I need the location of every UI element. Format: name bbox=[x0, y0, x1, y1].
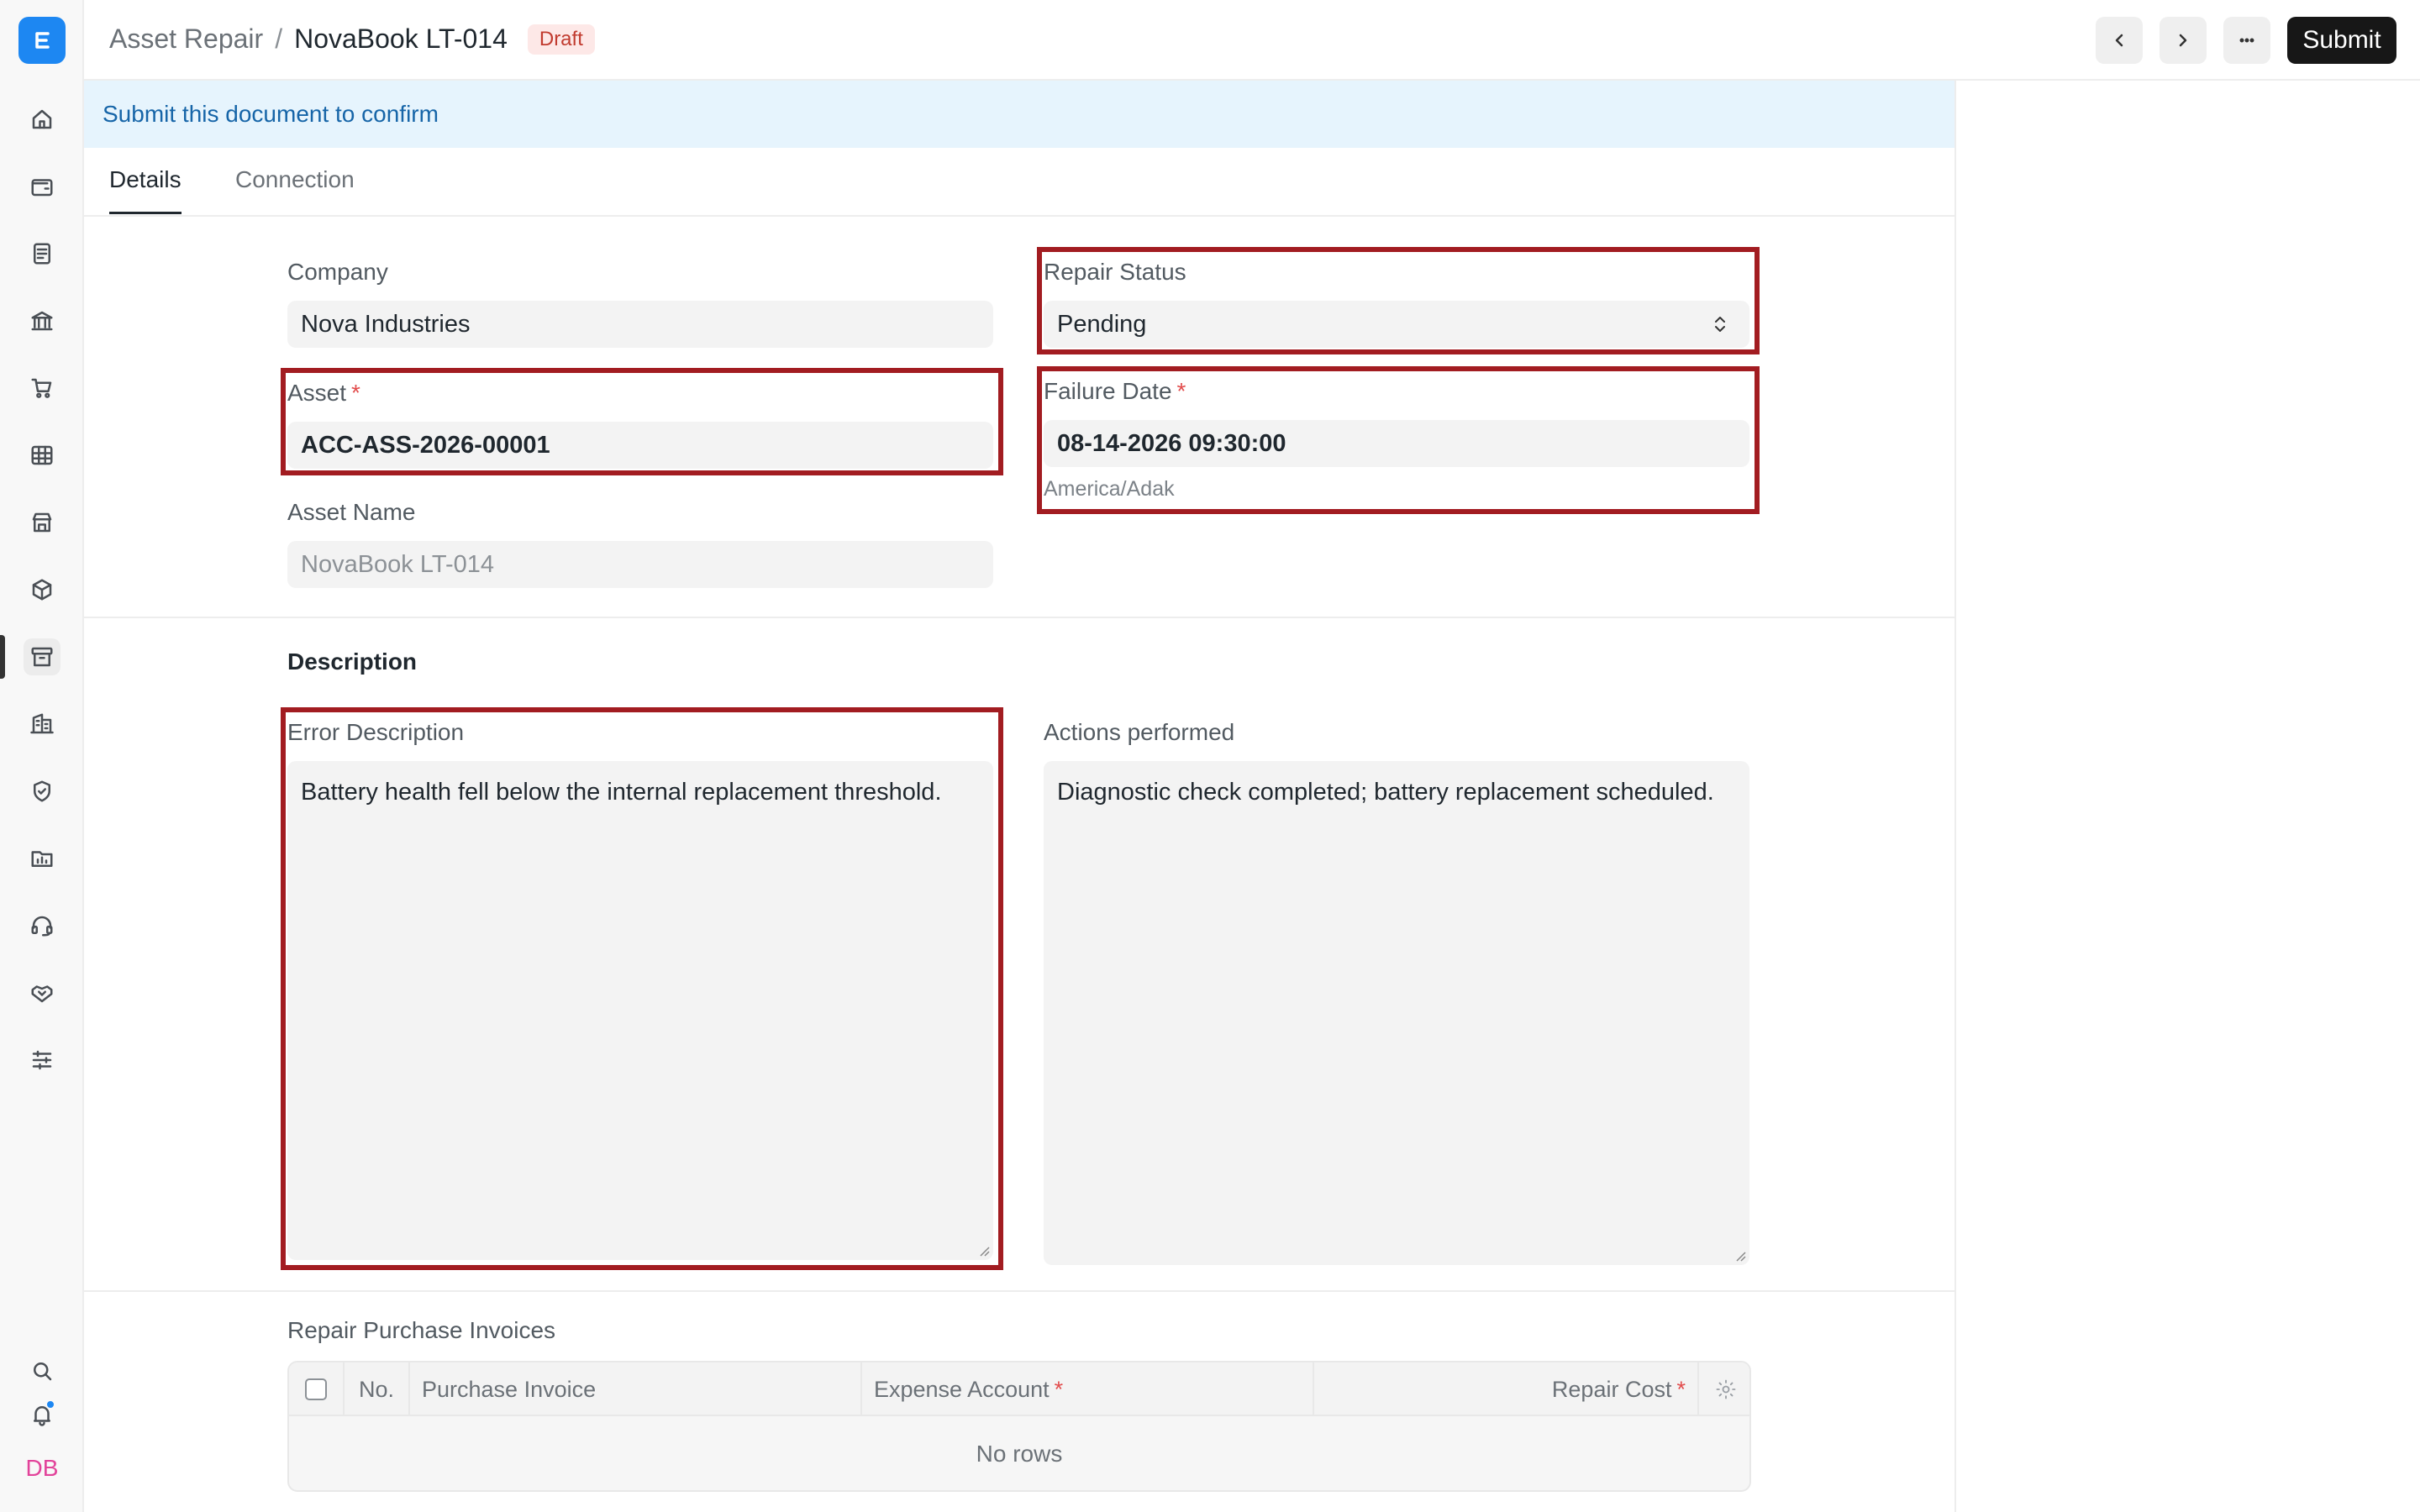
bank-icon bbox=[31, 311, 53, 331]
sidebar-item-buying[interactable] bbox=[24, 370, 60, 407]
document-icon bbox=[34, 243, 50, 265]
home-icon bbox=[32, 109, 52, 129]
archive-icon bbox=[31, 647, 53, 667]
next-document-button[interactable] bbox=[2160, 17, 2207, 64]
folder-chart-icon bbox=[31, 851, 53, 867]
building-icon bbox=[30, 713, 54, 734]
cart-icon bbox=[31, 378, 52, 398]
sidebar-item-support[interactable] bbox=[24, 907, 60, 944]
submit-alert: Submit this document to confirm bbox=[84, 81, 1954, 148]
status-badge: Draft bbox=[527, 24, 595, 55]
package-icon bbox=[32, 579, 52, 601]
tab-details[interactable]: Details bbox=[109, 166, 182, 214]
chevron-right-icon bbox=[2179, 34, 2187, 47]
avatar[interactable]: DB bbox=[20, 1452, 64, 1485]
section-divider bbox=[84, 617, 1954, 618]
expense-account-header-text: Expense Account bbox=[874, 1376, 1050, 1402]
sidebar-item-documents[interactable] bbox=[24, 235, 60, 272]
column-settings-button[interactable] bbox=[1699, 1362, 1749, 1416]
actions-performed-text: Diagnostic check completed; battery repl… bbox=[1057, 779, 1714, 806]
actions-performed-label: Actions performed bbox=[1044, 719, 1235, 745]
sidebar: DB bbox=[0, 0, 84, 1512]
shield-icon bbox=[34, 780, 50, 802]
submit-button[interactable]: Submit bbox=[2287, 17, 2396, 64]
breadcrumb: Asset Repair / NovaBook LT-014 Draft bbox=[109, 24, 595, 55]
asset-highlight bbox=[281, 368, 1003, 475]
column-purchase-invoice: Purchase Invoice bbox=[410, 1362, 862, 1416]
sidebar-item-selling[interactable] bbox=[24, 504, 60, 541]
repair-status-highlight bbox=[1037, 247, 1760, 354]
sidebar-item-accounting[interactable] bbox=[24, 168, 60, 205]
sidebar-item-stock[interactable] bbox=[24, 571, 60, 608]
sidebar-item-crm[interactable] bbox=[24, 974, 60, 1011]
expense-account-required-mark: * bbox=[1054, 1376, 1064, 1402]
sidebar-item-settings[interactable] bbox=[24, 1042, 60, 1079]
repair-cost-required-mark: * bbox=[1676, 1376, 1686, 1402]
form-main: Submit this document to confirm Details … bbox=[84, 81, 1956, 1512]
sidebar-item-banking[interactable] bbox=[24, 302, 60, 339]
repair-cost-header-text: Repair Cost bbox=[1551, 1376, 1672, 1402]
description-section-title: Description bbox=[287, 648, 418, 675]
actions-performed-textarea[interactable]: Diagnostic check completed; battery repl… bbox=[1044, 761, 1749, 1265]
breadcrumb-separator: / bbox=[275, 24, 283, 54]
resize-handle-icon[interactable] bbox=[1734, 1250, 1746, 1262]
empty-table-text: No rows bbox=[976, 1441, 1063, 1467]
company-label: Company bbox=[287, 259, 388, 285]
column-no: No. bbox=[345, 1362, 410, 1416]
app-logo[interactable] bbox=[18, 17, 66, 64]
page-header: Asset Repair / NovaBook LT-014 Draft Sub… bbox=[84, 0, 2420, 81]
sliders-icon bbox=[32, 1050, 52, 1070]
failure-date-highlight bbox=[1037, 366, 1760, 514]
purchase-invoices-table: No. Purchase Invoice Expense Account * Re… bbox=[287, 1361, 1751, 1492]
table-icon bbox=[31, 445, 53, 465]
sidebar-item-home[interactable] bbox=[24, 101, 60, 138]
more-horizontal-icon bbox=[2239, 38, 2254, 43]
sidebar-item-projects[interactable] bbox=[24, 840, 60, 877]
wallet-icon bbox=[31, 179, 53, 197]
headset-icon bbox=[31, 916, 53, 937]
notification-dot bbox=[45, 1399, 55, 1410]
gear-icon bbox=[1716, 1379, 1736, 1399]
company-field[interactable]: Nova Industries bbox=[287, 301, 993, 348]
tab-connection[interactable]: Connection bbox=[235, 166, 355, 212]
search-icon bbox=[34, 1362, 52, 1381]
page-title: NovaBook LT-014 bbox=[294, 24, 508, 54]
column-expense-account: Expense Account * bbox=[862, 1362, 1314, 1416]
handshake-icon bbox=[31, 985, 53, 1003]
purchase-invoices-title: Repair Purchase Invoices bbox=[287, 1317, 556, 1343]
breadcrumb-parent-link[interactable]: Asset Repair bbox=[109, 24, 263, 55]
sidebar-item-assets[interactable] bbox=[24, 638, 60, 675]
table-header: No. Purchase Invoice Expense Account * Re… bbox=[289, 1362, 1749, 1416]
more-actions-button[interactable] bbox=[2223, 17, 2270, 64]
select-all-checkbox[interactable] bbox=[305, 1378, 327, 1400]
sidebar-item-quality[interactable] bbox=[24, 773, 60, 810]
sidebar-item-reports[interactable] bbox=[24, 437, 60, 474]
logo-icon bbox=[35, 32, 50, 49]
search-button[interactable] bbox=[24, 1352, 60, 1389]
form-tabs: Details Connection bbox=[84, 148, 1954, 217]
chevron-left-icon bbox=[2115, 34, 2123, 47]
store-icon bbox=[32, 512, 52, 533]
column-repair-cost: Repair Cost * bbox=[1314, 1362, 1699, 1416]
sidebar-active-indicator bbox=[0, 635, 5, 679]
previous-document-button[interactable] bbox=[2096, 17, 2143, 64]
section-divider bbox=[84, 1290, 1954, 1292]
asset-name-field: NovaBook LT-014 bbox=[287, 541, 993, 588]
sidebar-item-organization[interactable] bbox=[24, 706, 60, 743]
error-description-highlight bbox=[281, 707, 1003, 1270]
asset-name-label: Asset Name bbox=[287, 499, 416, 525]
select-all-cell bbox=[289, 1362, 345, 1416]
